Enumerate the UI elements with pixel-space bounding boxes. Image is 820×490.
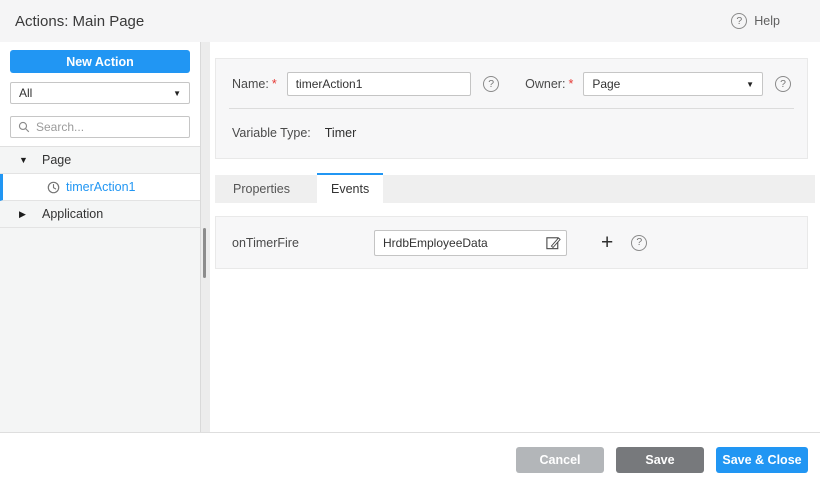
help-label: Help: [754, 14, 780, 28]
splitter[interactable]: [201, 42, 210, 432]
new-action-button[interactable]: New Action: [10, 50, 190, 73]
name-help-icon[interactable]: ?: [483, 76, 499, 92]
action-chain-field[interactable]: HrdbEmployeeData: [374, 230, 567, 256]
actions-editor-window: Actions: Main Page ? Help New Action All…: [0, 0, 820, 490]
main-content: Name:* ? Owner:* Page ▼ ? Variable Type:…: [210, 42, 820, 432]
tree-item-application[interactable]: ▶ Application: [0, 201, 200, 228]
name-label: Name:*: [232, 77, 277, 91]
tree-item-label: timerAction1: [66, 180, 135, 194]
caret-down-icon[interactable]: ▼: [19, 155, 30, 165]
help-icon: ?: [731, 13, 747, 29]
event-help-icon[interactable]: ?: [631, 235, 647, 251]
owner-label: Owner:*: [525, 77, 573, 91]
name-owner-row: Name:* ? Owner:* Page ▼ ?: [216, 59, 807, 108]
name-input[interactable]: [287, 72, 471, 96]
action-chain-value: HrdbEmployeeData: [375, 236, 540, 250]
events-panel: onTimerFire HrdbEmployeeData + ?: [215, 216, 808, 269]
owner-select-value: Page: [592, 77, 620, 91]
add-event-button[interactable]: +: [601, 232, 613, 253]
filter-select-value: All: [19, 86, 32, 100]
help-button[interactable]: ? Help: [731, 13, 780, 29]
scrollbar-thumb[interactable]: [203, 228, 206, 278]
variable-type-label: Variable Type:: [232, 126, 311, 140]
footer-actions: Cancel Save Save & Close: [0, 432, 820, 490]
filter-select[interactable]: All ▼: [10, 82, 190, 104]
clock-icon: [47, 181, 60, 194]
caret-right-icon[interactable]: ▶: [19, 209, 30, 220]
page-header: Actions: Main Page ? Help: [0, 0, 820, 42]
owner-select[interactable]: Page ▼: [583, 72, 763, 96]
event-name-label: onTimerFire: [232, 236, 374, 250]
save-and-close-button[interactable]: Save & Close: [716, 447, 808, 473]
sidebar: New Action All ▼ ▼: [0, 42, 201, 432]
variable-type-value: Timer: [325, 126, 356, 140]
tree-item-timeraction1[interactable]: timerAction1: [0, 174, 200, 201]
required-asterisk: *: [568, 77, 573, 91]
search-input[interactable]: [36, 120, 182, 134]
tab-bar: Properties Events: [215, 175, 815, 203]
sidebar-controls: New Action All ▼: [0, 42, 200, 146]
actions-tree: ▼ Page timerAction1 ▶ Application: [0, 146, 200, 432]
chevron-down-icon: ▼: [746, 80, 754, 89]
tree-item-label: Page: [42, 153, 71, 167]
tab-properties[interactable]: Properties: [215, 175, 308, 203]
save-button[interactable]: Save: [616, 447, 704, 473]
action-details-panel: Name:* ? Owner:* Page ▼ ? Variable Type:…: [215, 58, 808, 159]
search-box: [10, 116, 190, 138]
tree-item-page[interactable]: ▼ Page: [0, 147, 200, 174]
owner-help-icon[interactable]: ?: [775, 76, 791, 92]
page-title: Actions: Main Page: [15, 13, 144, 30]
tab-events[interactable]: Events: [317, 173, 383, 203]
chevron-down-icon: ▼: [173, 89, 181, 98]
tree-item-label: Application: [42, 207, 103, 221]
variable-type-row: Variable Type: Timer: [216, 109, 807, 158]
required-asterisk: *: [272, 77, 277, 91]
cancel-button[interactable]: Cancel: [516, 447, 604, 473]
search-icon: [18, 121, 30, 133]
edit-icon[interactable]: [540, 234, 566, 251]
